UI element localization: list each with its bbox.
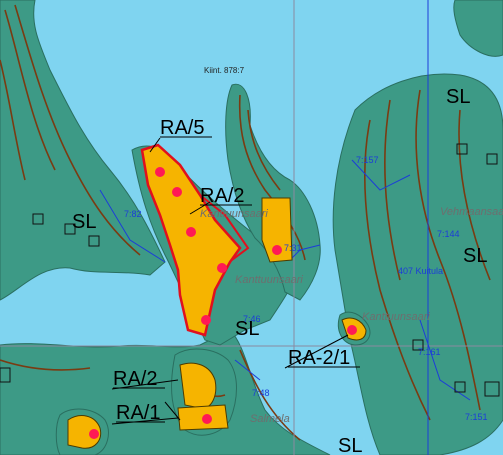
red-dot[interactable] [202, 414, 212, 424]
place-name: Kanttuunsaari [200, 208, 268, 220]
parcel-number: 7:151 [465, 412, 488, 422]
place-name: Salmela [250, 413, 290, 425]
zone-label-ra1: RA/1 [116, 402, 160, 424]
red-dot[interactable] [272, 245, 282, 255]
map-view[interactable]: RA/5 RA/2 RA-2/1 RA/2 RA/1 SL SL SL SL S… [0, 0, 503, 455]
red-dot[interactable] [89, 429, 99, 439]
red-dot[interactable] [155, 167, 165, 177]
zone-label-sl-west: SL [72, 211, 96, 233]
zone-label-ra2-top: RA/2 [200, 185, 244, 207]
zone-label-sl-northeast: SL [446, 86, 470, 108]
red-dot[interactable] [186, 227, 196, 237]
zone-label-ra2-1: RA-2/1 [288, 347, 350, 369]
parcel-number: 7:157 [356, 155, 379, 165]
place-name: Vehmaansaari [440, 206, 503, 218]
red-dot[interactable] [172, 187, 182, 197]
red-dot[interactable] [347, 325, 357, 335]
red-dot[interactable] [201, 315, 211, 325]
place-name: Kanttuunsaari [235, 274, 303, 286]
parcel-number: 7:82 [124, 209, 142, 219]
benchmark-label: Kiint. 878:7 [204, 66, 245, 75]
place-name: Kanttuunsaari [362, 311, 430, 323]
parcel-number: 7:31 [284, 243, 302, 253]
parcel-number: 7:144 [437, 229, 460, 239]
red-dot[interactable] [217, 263, 227, 273]
zone-label-sl-south: SL [338, 435, 362, 455]
parcel-number: 7:48 [252, 388, 270, 398]
place-name: 407 Kuitula [398, 266, 443, 276]
zone-label-sl-east: SL [463, 245, 487, 267]
parcel-number: 7:161 [418, 347, 441, 357]
parcel-number: 7:46 [243, 314, 261, 324]
map-canvas: RA/5 RA/2 RA-2/1 RA/2 RA/1 SL SL SL SL S… [0, 0, 503, 455]
zone-label-ra5: RA/5 [160, 117, 204, 139]
zone-label-ra2-bottom: RA/2 [113, 368, 157, 390]
